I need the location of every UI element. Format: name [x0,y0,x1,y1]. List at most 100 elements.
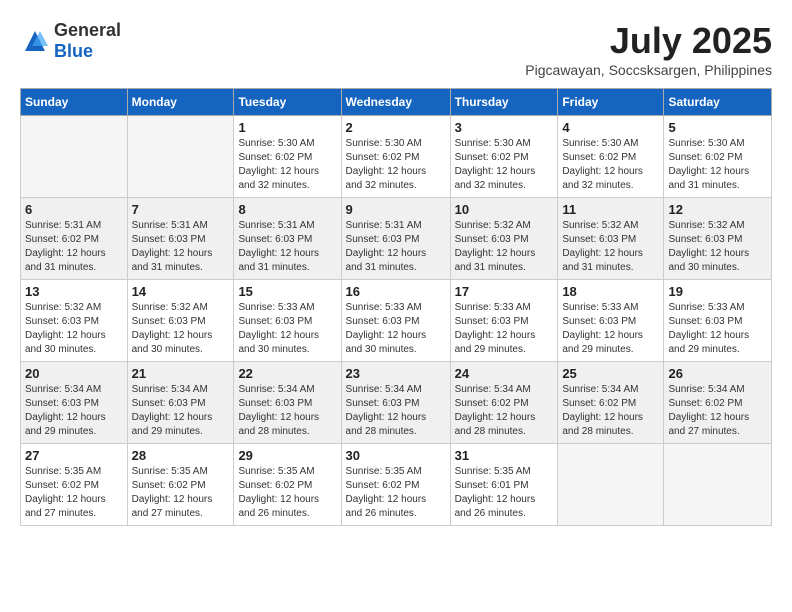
day-info: Sunrise: 5:34 AMSunset: 6:02 PMDaylight:… [562,383,659,439]
page-header: General Blue July 2025 Pigcawayan, Soccs… [20,20,772,78]
calendar-cell: 10 Sunrise: 5:32 AMSunset: 6:03 PMDayligh… [450,198,558,280]
day-info: Sunrise: 5:32 AMSunset: 6:03 PMDaylight:… [132,301,230,357]
day-number: 7 [132,202,230,217]
day-info: Sunrise: 5:30 AMSunset: 6:02 PMDaylight:… [238,137,336,193]
calendar-cell [21,116,128,198]
day-info: Sunrise: 5:35 AMSunset: 6:02 PMDaylight:… [25,465,123,521]
day-info: Sunrise: 5:33 AMSunset: 6:03 PMDaylight:… [346,301,446,357]
day-info: Sunrise: 5:32 AMSunset: 6:03 PMDaylight:… [668,219,767,275]
day-number: 1 [238,120,336,135]
calendar-cell: 9 Sunrise: 5:31 AMSunset: 6:03 PMDaylight… [341,198,450,280]
day-number: 3 [455,120,554,135]
calendar-cell: 6 Sunrise: 5:31 AMSunset: 6:02 PMDaylight… [21,198,128,280]
day-info: Sunrise: 5:35 AMSunset: 6:02 PMDaylight:… [132,465,230,521]
day-number: 24 [455,366,554,381]
calendar-week-row: 6 Sunrise: 5:31 AMSunset: 6:02 PMDaylight… [21,198,772,280]
day-number: 21 [132,366,230,381]
logo-blue: Blue [54,41,121,62]
weekday-header-friday: Friday [558,89,664,116]
day-number: 15 [238,284,336,299]
logo-general: General [54,20,121,41]
day-number: 17 [455,284,554,299]
day-number: 8 [238,202,336,217]
day-number: 14 [132,284,230,299]
day-number: 16 [346,284,446,299]
calendar-cell: 26 Sunrise: 5:34 AMSunset: 6:02 PMDayligh… [664,362,772,444]
location: Pigcawayan, Soccsksargen, Philippines [525,62,772,78]
calendar-table: SundayMondayTuesdayWednesdayThursdayFrid… [20,88,772,526]
calendar-cell: 14 Sunrise: 5:32 AMSunset: 6:03 PMDayligh… [127,280,234,362]
day-info: Sunrise: 5:33 AMSunset: 6:03 PMDaylight:… [238,301,336,357]
calendar-cell: 4Sunrise: 5:30 AMSunset: 6:02 PMDaylight… [558,116,664,198]
calendar-cell: 11 Sunrise: 5:32 AMSunset: 6:03 PMDayligh… [558,198,664,280]
logo-text: General Blue [54,20,121,62]
day-number: 5 [668,120,767,135]
calendar-cell: 21Sunrise: 5:34 AMSunset: 6:03 PMDayligh… [127,362,234,444]
calendar-week-row: 1 Sunrise: 5:30 AMSunset: 6:02 PMDaylight… [21,116,772,198]
calendar-cell: 29 Sunrise: 5:35 AMSunset: 6:02 PMDayligh… [234,444,341,526]
calendar-cell: 7 Sunrise: 5:31 AMSunset: 6:03 PMDaylight… [127,198,234,280]
day-number: 22 [238,366,336,381]
weekday-header-tuesday: Tuesday [234,89,341,116]
calendar-header-row: SundayMondayTuesdayWednesdayThursdayFrid… [21,89,772,116]
weekday-header-monday: Monday [127,89,234,116]
day-number: 2 [346,120,446,135]
day-info: Sunrise: 5:33 AMSunset: 6:03 PMDaylight:… [455,301,554,357]
calendar-cell: 24Sunrise: 5:34 AMSunset: 6:02 PMDayligh… [450,362,558,444]
day-info: Sunrise: 5:30 AMSunset: 6:02 PMDaylight:… [668,137,767,193]
calendar-cell: 22 Sunrise: 5:34 AMSunset: 6:03 PMDayligh… [234,362,341,444]
weekday-header-sunday: Sunday [21,89,128,116]
calendar-cell: 15 Sunrise: 5:33 AMSunset: 6:03 PMDayligh… [234,280,341,362]
day-info: Sunrise: 5:34 AMSunset: 6:02 PMDaylight:… [668,383,767,439]
day-info: Sunrise: 5:31 AMSunset: 6:02 PMDaylight:… [25,219,123,275]
day-number: 31 [455,448,554,463]
day-info: Sunrise: 5:32 AMSunset: 6:03 PMDaylight:… [562,219,659,275]
day-info: Sunrise: 5:30 AMSunset: 6:02 PMDaylight:… [455,137,554,193]
day-info: Sunrise: 5:34 AMSunset: 6:03 PMDaylight:… [238,383,336,439]
day-info: Sunrise: 5:32 AMSunset: 6:03 PMDaylight:… [455,219,554,275]
day-number: 30 [346,448,446,463]
day-number: 18 [562,284,659,299]
logo: General Blue [20,20,121,62]
calendar-cell [127,116,234,198]
day-info: Sunrise: 5:32 AMSunset: 6:03 PMDaylight:… [25,301,123,357]
calendar-cell: 27Sunrise: 5:35 AMSunset: 6:02 PMDayligh… [21,444,128,526]
logo-icon [20,26,50,56]
day-number: 10 [455,202,554,217]
calendar-week-row: 20Sunrise: 5:34 AMSunset: 6:03 PMDayligh… [21,362,772,444]
day-info: Sunrise: 5:33 AMSunset: 6:03 PMDaylight:… [668,301,767,357]
day-number: 9 [346,202,446,217]
day-number: 11 [562,202,659,217]
calendar-cell: 3 Sunrise: 5:30 AMSunset: 6:02 PMDaylight… [450,116,558,198]
day-number: 28 [132,448,230,463]
day-info: Sunrise: 5:34 AMSunset: 6:03 PMDaylight:… [346,383,446,439]
weekday-header-saturday: Saturday [664,89,772,116]
day-info: Sunrise: 5:30 AMSunset: 6:02 PMDaylight:… [346,137,446,193]
calendar-cell: 28 Sunrise: 5:35 AMSunset: 6:02 PMDayligh… [127,444,234,526]
calendar-cell: 5 Sunrise: 5:30 AMSunset: 6:02 PMDaylight… [664,116,772,198]
day-number: 25 [562,366,659,381]
calendar-cell: 30 Sunrise: 5:35 AMSunset: 6:02 PMDayligh… [341,444,450,526]
calendar-cell [664,444,772,526]
calendar-cell: 8 Sunrise: 5:31 AMSunset: 6:03 PMDaylight… [234,198,341,280]
day-number: 12 [668,202,767,217]
day-number: 13 [25,284,123,299]
day-number: 23 [346,366,446,381]
calendar-cell [558,444,664,526]
day-info: Sunrise: 5:35 AMSunset: 6:02 PMDaylight:… [238,465,336,521]
month-title: July 2025 [525,20,772,62]
day-number: 6 [25,202,123,217]
calendar-cell: 12 Sunrise: 5:32 AMSunset: 6:03 PMDayligh… [664,198,772,280]
day-info: Sunrise: 5:31 AMSunset: 6:03 PMDaylight:… [346,219,446,275]
title-block: July 2025 Pigcawayan, Soccsksargen, Phil… [525,20,772,78]
calendar-cell: 1 Sunrise: 5:30 AMSunset: 6:02 PMDaylight… [234,116,341,198]
day-info: Sunrise: 5:35 AMSunset: 6:02 PMDaylight:… [346,465,446,521]
day-info: Sunrise: 5:31 AMSunset: 6:03 PMDaylight:… [132,219,230,275]
day-info: Sunrise: 5:31 AMSunset: 6:03 PMDaylight:… [238,219,336,275]
day-info: Sunrise: 5:34 AMSunset: 6:03 PMDaylight:… [25,383,123,439]
day-info: Sunrise: 5:30 AMSunset: 6:02 PMDaylight:… [562,137,659,193]
calendar-cell: 20Sunrise: 5:34 AMSunset: 6:03 PMDayligh… [21,362,128,444]
day-number: 26 [668,366,767,381]
day-number: 29 [238,448,336,463]
calendar-cell: 16 Sunrise: 5:33 AMSunset: 6:03 PMDayligh… [341,280,450,362]
